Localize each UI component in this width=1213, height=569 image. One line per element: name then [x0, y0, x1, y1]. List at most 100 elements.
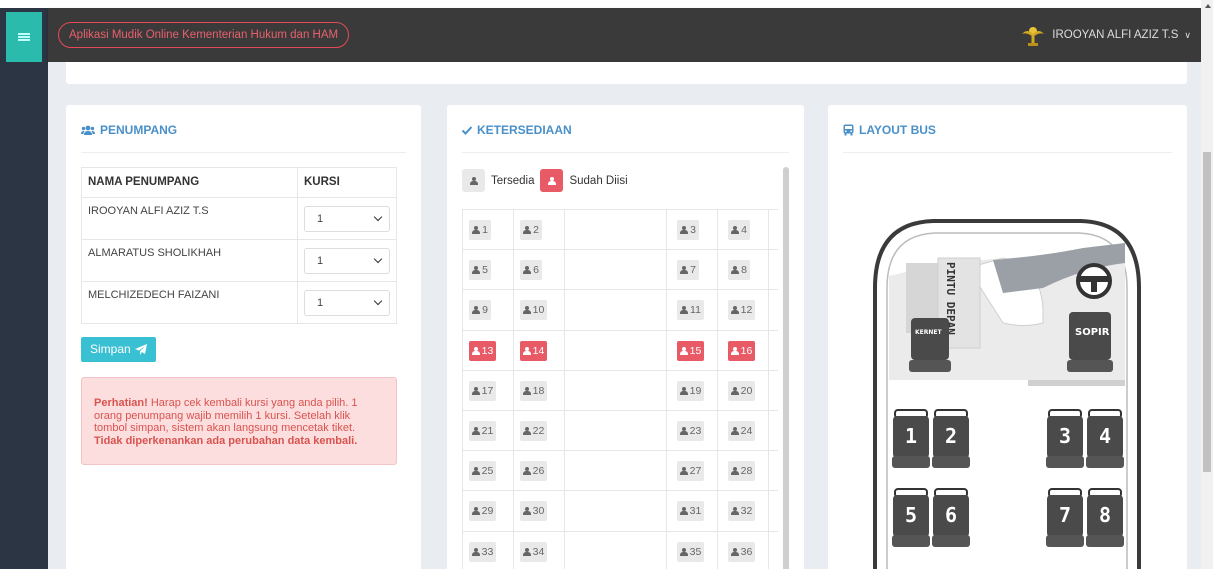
passenger-card: PENUMPANG NAMA PENUMPANG KURSI IROOYAN A…: [66, 105, 421, 569]
seat-available[interactable]: 31: [677, 501, 704, 522]
seat-available[interactable]: 1: [469, 220, 491, 240]
grid-line: [462, 410, 463, 451]
seat-taken[interactable]: 15: [677, 340, 704, 361]
seat-taken[interactable]: 13: [469, 340, 496, 361]
seat-available[interactable]: 25: [469, 461, 496, 482]
seat-available[interactable]: 34: [520, 541, 547, 562]
seat-available[interactable]: 2: [520, 220, 542, 240]
seat-available[interactable]: 33: [469, 541, 496, 562]
seat-number: 9: [482, 304, 488, 317]
grid-line: [513, 210, 514, 250]
grid-line: [717, 330, 718, 370]
grid-line: [768, 370, 769, 410]
seat-available[interactable]: 23: [677, 420, 704, 441]
seat-available[interactable]: 28: [728, 461, 755, 482]
app-title[interactable]: Aplikasi Mudik Online Kementerian Hukum …: [58, 22, 350, 48]
seat-number: 15: [689, 344, 702, 357]
seat-taken[interactable]: 16: [728, 340, 755, 361]
seat-cell: 1: [297, 197, 397, 240]
seat-available[interactable]: 4: [728, 220, 750, 240]
seat-grid-scrollbar[interactable]: [783, 167, 789, 569]
grid-line: [717, 451, 718, 491]
seat-available[interactable]: 35: [677, 541, 704, 562]
seat-number: 3: [690, 224, 696, 236]
save-button[interactable]: Simpan: [81, 337, 156, 362]
passenger-name: ALMARATUS SHOLIKHAH: [81, 239, 298, 282]
seat-available[interactable]: 32: [728, 501, 755, 522]
seat-select[interactable]: 1: [304, 290, 390, 316]
seat-available[interactable]: 5: [469, 260, 491, 281]
bus-seat-number: 8: [1099, 503, 1111, 527]
bus-seat: 6: [932, 488, 970, 547]
user-icon: [522, 426, 531, 435]
grid-line: [513, 330, 514, 370]
seat-number: 4: [741, 224, 747, 236]
seat-taken[interactable]: 14: [520, 340, 547, 361]
grid-line: [564, 290, 565, 330]
check-icon: [462, 125, 472, 135]
seat-available[interactable]: 30: [520, 501, 547, 522]
seat-available[interactable]: 7: [677, 260, 699, 281]
seat-available[interactable]: 24: [728, 420, 755, 441]
user-icon: [679, 507, 688, 516]
seat-available[interactable]: 19: [677, 380, 704, 401]
kernet-label: KERNET: [915, 329, 942, 336]
paper-plane-icon: [134, 344, 147, 355]
seat-select[interactable]: 1: [304, 206, 390, 232]
grid-line: [666, 370, 667, 410]
chevron-down-icon: [373, 296, 383, 306]
seat-number: 16: [740, 344, 753, 357]
bus-seat: 1: [892, 409, 930, 468]
chevron-down-icon: ∨: [1184, 30, 1191, 40]
seat-available[interactable]: 26: [520, 461, 547, 482]
seat-number: 22: [532, 424, 545, 437]
seat-number: 25: [481, 465, 494, 478]
user-menu[interactable]: IROOYAN ALFI AZIZ T.S ∨: [1020, 22, 1191, 48]
seat-number: 10: [532, 304, 545, 317]
seat-available[interactable]: 20: [728, 380, 755, 401]
seat-number: 32: [740, 505, 753, 518]
seat-available[interactable]: 8: [728, 260, 750, 281]
scroll-up-arrow-icon[interactable]: [1205, 4, 1211, 8]
seat-available[interactable]: 27: [677, 461, 704, 482]
grid-line: [564, 451, 565, 491]
seat-available[interactable]: 36: [728, 541, 755, 562]
seat-available[interactable]: 18: [520, 380, 547, 401]
user-icon: [523, 266, 532, 275]
top-header: Aplikasi Mudik Online Kementerian Hukum …: [48, 8, 1201, 62]
seat-row: 9 10 11 12: [462, 290, 778, 331]
bus-seat: 2: [932, 409, 970, 468]
divider: [843, 152, 1172, 153]
seat-available[interactable]: 10: [520, 300, 547, 321]
user-name: IROOYAN ALFI AZIZ T.S: [1052, 29, 1179, 41]
user-icon: [679, 467, 688, 476]
seat-available[interactable]: 9: [469, 300, 491, 321]
divider: [81, 152, 406, 153]
seat-available[interactable]: 29: [469, 501, 496, 522]
scroll-thumb[interactable]: [1203, 152, 1211, 472]
seat-available[interactable]: 22: [520, 420, 547, 441]
seat-number: 30: [532, 505, 545, 518]
user-icon: [522, 507, 531, 516]
user-icon: [679, 426, 688, 435]
seat-available[interactable]: 6: [520, 260, 542, 281]
seat-available[interactable]: 3: [677, 220, 699, 240]
user-icon: [679, 386, 688, 395]
seat-row: 33 34 35 36: [462, 531, 778, 569]
seat-available[interactable]: 12: [728, 300, 755, 321]
seat-number: 13: [481, 344, 494, 357]
bus-seat: 3: [1046, 409, 1084, 468]
grid-line: [564, 491, 565, 531]
seat-available[interactable]: 17: [469, 380, 496, 401]
menu-toggle-button[interactable]: [6, 12, 42, 62]
seat-number: 35: [689, 545, 702, 558]
availability-title-text: KETERSEDIAAN: [477, 123, 572, 137]
bus-layout-card: LAYOUT BUS PINTU DEPAN KERNET SOPIR 1 2 …: [828, 105, 1187, 569]
seat-cell: 1: [297, 239, 397, 282]
user-icon: [679, 346, 688, 355]
page-scrollbar[interactable]: [1201, 0, 1213, 569]
seat-available[interactable]: 21: [469, 420, 496, 441]
seat-select[interactable]: 1: [304, 248, 390, 274]
bus-seat: 5: [892, 488, 930, 547]
seat-available[interactable]: 11: [677, 300, 704, 321]
